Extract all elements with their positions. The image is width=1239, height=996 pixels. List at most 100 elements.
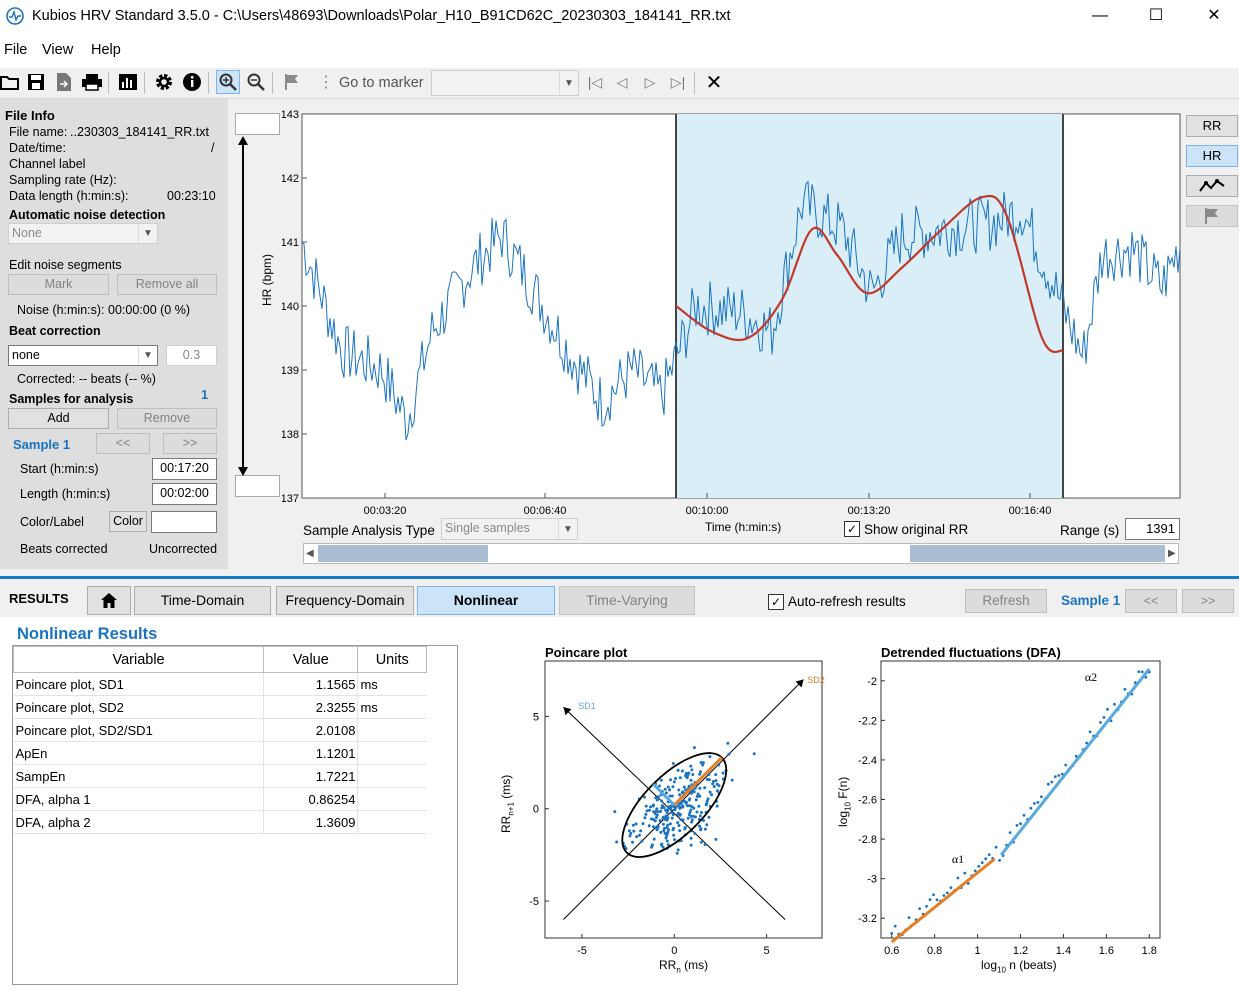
- cell-variable: Poincare plot, SD2: [13, 695, 265, 719]
- results-next-button[interactable]: >>: [1182, 589, 1234, 613]
- poincare-xtick-label: -5: [577, 945, 587, 957]
- beats-corrected-label: Beats corrected: [20, 542, 108, 556]
- y-range-arrow-icon[interactable]: [234, 136, 252, 476]
- range-field[interactable]: 1391: [1125, 518, 1180, 540]
- save-icon[interactable]: [24, 70, 48, 94]
- cell-units: [357, 787, 427, 811]
- scroll-thumb-right[interactable]: [910, 545, 1165, 562]
- zoom-in-icon[interactable]: [216, 70, 240, 94]
- rr-button[interactable]: RR: [1186, 115, 1238, 137]
- maximize-button[interactable]: ☐: [1133, 0, 1179, 32]
- results-sample-label: Sample 1: [1061, 593, 1121, 608]
- settings-icon[interactable]: [152, 70, 176, 94]
- poincare-point: [727, 752, 731, 756]
- scroll-left-icon[interactable]: ◀: [306, 548, 314, 559]
- tab-time-domain[interactable]: Time-Domain: [134, 586, 271, 615]
- hr-ytick-label: 142: [282, 173, 299, 185]
- remove-all-button[interactable]: Remove all: [117, 274, 217, 295]
- refresh-button[interactable]: Refresh: [965, 589, 1047, 613]
- poincare-point: [686, 816, 690, 820]
- first-icon[interactable]: |◁: [583, 70, 607, 94]
- close-window-button[interactable]: ✕: [1191, 0, 1237, 32]
- toolbar: ⋮ Go to marker ▼ |◁ ◁ ▷ ▷| ✕: [0, 68, 1239, 99]
- poincare-point: [668, 794, 672, 798]
- time-scrollbar[interactable]: ◀ ▶: [303, 543, 1179, 564]
- auto-noise-dropdown[interactable]: None ▼: [8, 223, 158, 244]
- cell-variable: ApEn: [13, 741, 265, 765]
- cell-variable: DFA, alpha 2: [13, 810, 265, 834]
- results-table: Variable Value Units Poincare plot, SD1 1…: [12, 646, 427, 834]
- home-tab[interactable]: [87, 586, 131, 615]
- file-name-label: File name:: [9, 125, 68, 139]
- flag-side-icon: [1205, 208, 1218, 224]
- dfa-point: [994, 845, 998, 849]
- poincare-point: [690, 768, 694, 772]
- table-row: SampEn 1.7221: [13, 764, 427, 788]
- menu-file[interactable]: File: [4, 42, 27, 58]
- dfa-point: [1015, 824, 1019, 827]
- poincare-point: [694, 798, 698, 802]
- auto-refresh-checkbox[interactable]: ✓: [768, 594, 784, 610]
- poincare-point: [672, 826, 676, 830]
- flag-side-button[interactable]: [1186, 205, 1238, 227]
- dfa-point: [1036, 801, 1040, 804]
- close-icon[interactable]: ✕: [702, 70, 726, 94]
- add-sample-button[interactable]: Add: [8, 408, 109, 429]
- beat-threshold-field[interactable]: 0.3: [166, 345, 217, 366]
- print-icon[interactable]: [80, 70, 104, 94]
- label-field[interactable]: [151, 511, 217, 533]
- window-title: Kubios HRV Standard 3.5.0 - C:\Users\486…: [32, 8, 731, 24]
- poincare-point: [631, 840, 635, 844]
- color-button[interactable]: Color: [109, 511, 147, 532]
- dfa-point: [1029, 806, 1033, 810]
- poincare-point: [691, 773, 695, 776]
- tab-frequency-domain[interactable]: Frequency-Domain: [276, 586, 414, 615]
- start-field[interactable]: 00:17:20: [152, 458, 217, 480]
- poincare-point: [659, 809, 663, 813]
- export-icon[interactable]: [52, 70, 76, 94]
- report-icon[interactable]: [116, 70, 140, 94]
- prev-icon[interactable]: ◁: [610, 70, 634, 94]
- results-prev-button[interactable]: <<: [1125, 589, 1177, 613]
- length-field[interactable]: 00:02:00: [152, 483, 217, 505]
- mark-button[interactable]: Mark: [8, 274, 109, 295]
- hr-plot[interactable]: 143 142 141 140 139 138 137 00:03:20 00:06:40 00…: [282, 110, 1186, 522]
- corrected-text: Corrected: -- beats (-- %): [17, 372, 156, 386]
- trend-button[interactable]: [1186, 175, 1238, 197]
- scroll-thumb-left[interactable]: [318, 545, 488, 562]
- prev-sample-button[interactable]: <<: [96, 433, 150, 454]
- noise-text: Noise (h:min:s): 00:00:00 (0 %): [17, 303, 190, 317]
- flag-icon[interactable]: [280, 70, 304, 94]
- dfa-ytick-label: -2.8: [858, 834, 877, 846]
- next-sample-button[interactable]: >>: [163, 433, 217, 454]
- table-row: DFA, alpha 1 0.86254: [13, 787, 427, 811]
- y-max-field[interactable]: [235, 113, 280, 135]
- sd1-label: SD1: [578, 701, 596, 711]
- y-min-field[interactable]: [235, 475, 280, 497]
- remove-sample-button[interactable]: Remove: [117, 408, 217, 429]
- last-icon[interactable]: ▷|: [666, 70, 690, 94]
- menu-help[interactable]: Help: [91, 42, 121, 58]
- beat-correction-dropdown[interactable]: none ▼: [8, 345, 158, 366]
- info-icon[interactable]: [180, 70, 204, 94]
- open-icon[interactable]: [0, 70, 22, 94]
- scroll-right-icon[interactable]: ▶: [1168, 548, 1176, 559]
- poincare-point: [629, 831, 633, 835]
- show-original-checkbox[interactable]: ✓: [844, 521, 860, 537]
- poincare-point: [689, 764, 693, 768]
- hr-button[interactable]: HR: [1186, 145, 1238, 167]
- poincare-point: [669, 778, 672, 782]
- poincare-plot[interactable]: -5 -5 0 0 5 5 SD1 SD2: [495, 657, 835, 987]
- next-icon[interactable]: ▷: [638, 70, 662, 94]
- dfa-plot[interactable]: 0.6 0.8 1 1.2 1.4 1.6 1.8 -2 -2.2 -2.4 -2.6 -2.8 -3 -…: [845, 657, 1175, 987]
- tab-time-varying[interactable]: Time-Varying: [559, 586, 695, 615]
- sd2-label: SD2: [807, 675, 825, 685]
- minimize-button[interactable]: —: [1077, 0, 1123, 32]
- menu-view[interactable]: View: [42, 42, 73, 58]
- cell-value: 1.3609: [263, 810, 359, 834]
- tab-nonlinear[interactable]: Nonlinear: [417, 586, 555, 615]
- datetime-value: /: [211, 141, 215, 155]
- sample-type-dropdown[interactable]: Single samples ▼: [441, 518, 578, 540]
- marker-dropdown[interactable]: ▼: [431, 70, 579, 96]
- zoom-out-icon[interactable]: [244, 70, 268, 94]
